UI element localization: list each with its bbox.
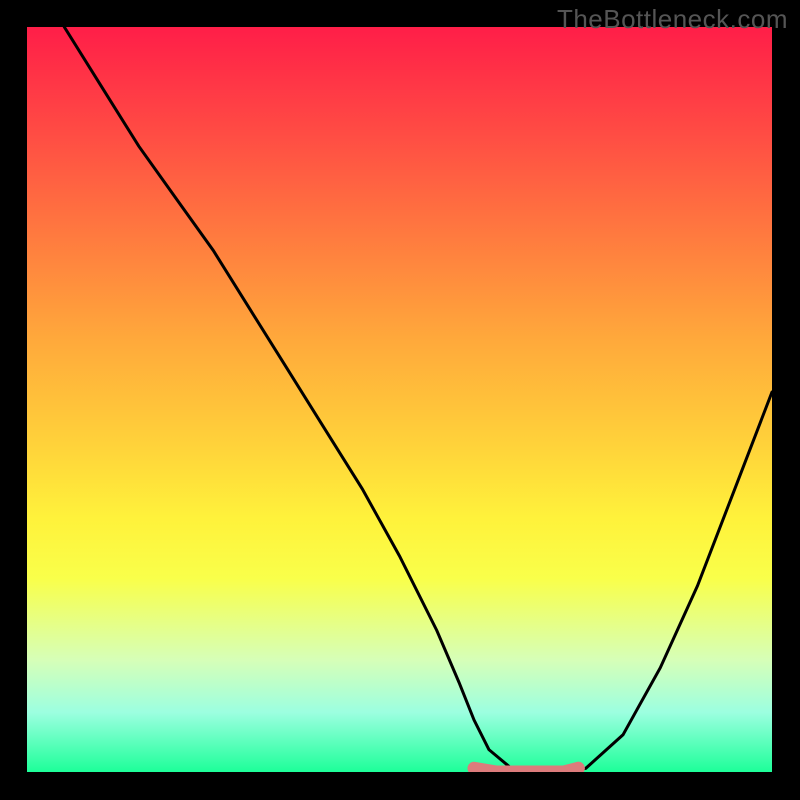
watermark-text: TheBottleneck.com (557, 4, 788, 35)
flat-highlight-path (474, 768, 578, 772)
curve-path (64, 27, 772, 772)
gradient-plot-area (27, 27, 772, 772)
curve-svg (27, 27, 772, 772)
chart-frame: TheBottleneck.com (0, 0, 800, 800)
